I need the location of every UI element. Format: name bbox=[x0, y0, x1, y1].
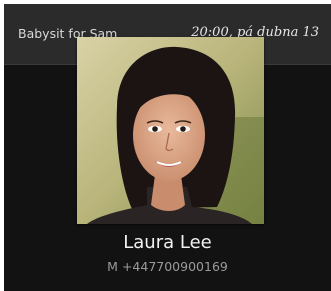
contact-photo-image bbox=[77, 37, 264, 224]
incoming-call-screen: Babysit for Sam 20:00, pá dubna 13 Laura… bbox=[4, 4, 331, 291]
phone-number: +447700900169 bbox=[121, 259, 228, 274]
contact-photo bbox=[77, 37, 264, 224]
contact-name: Laura Lee bbox=[123, 232, 212, 253]
contact-phone: M +447700900169 bbox=[4, 259, 331, 274]
phone-type-label: M bbox=[107, 259, 118, 274]
